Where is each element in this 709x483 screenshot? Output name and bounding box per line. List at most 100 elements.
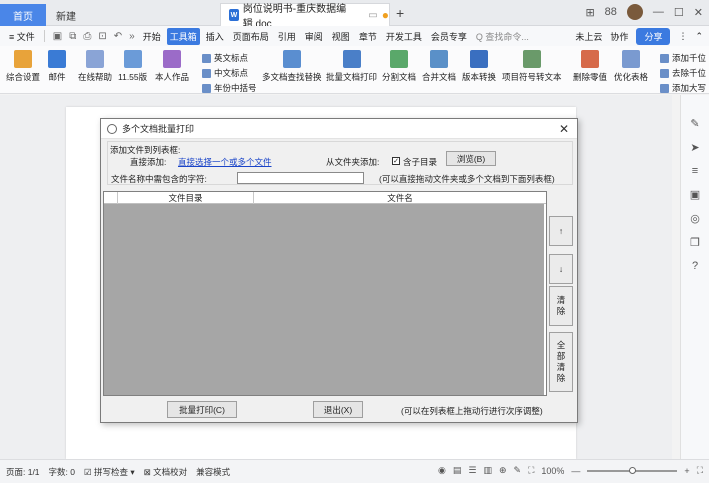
move-up-button[interactable]: ↑ [549,216,573,246]
ribbon-convert[interactable]: 版本转换 [462,50,496,83]
menu-toolbox[interactable]: 工具箱 [166,27,200,45]
cursor-icon[interactable]: ➤ [690,141,699,154]
ribbon-batch-print[interactable]: 批量文档打印 [326,50,377,83]
include-subdir-checkbox[interactable]: ✓ [392,157,400,165]
sliders-icon[interactable]: ≡ [692,165,698,177]
vertical-scrollbar[interactable] [658,95,668,459]
location-icon[interactable]: ◎ [690,212,700,225]
word-count[interactable]: 字数: 0 [49,466,75,478]
fullscreen-icon[interactable]: ⛶ [697,465,703,476]
ribbon-add-thousand[interactable]: 添加千位 [660,52,706,64]
menu-file[interactable]: ≡ 文件 [6,28,38,45]
outline-view-icon[interactable]: ☰ [468,465,476,476]
clear-all-button[interactable]: 全 部 清 除 [549,332,573,392]
column-directory[interactable]: 文件目录 [118,192,254,204]
menu-view[interactable]: 视图 [329,28,353,45]
menu-section[interactable]: 章节 [356,28,380,45]
read-view-icon[interactable]: ▥ [483,465,492,476]
ribbon-merge[interactable]: 合并文档 [422,50,456,83]
menu-start[interactable]: 开始 [140,28,164,45]
batch-print-dialog: 多个文档批量打印 ✕ 添加文件到列表框: 直接添加: 直接选择一个或多个文件 从… [100,118,578,423]
file-list[interactable]: 文件目录 文件名 [103,191,547,396]
eye-icon[interactable]: ◉ [438,465,446,476]
close-window-button[interactable]: ✕ [694,6,703,19]
list-scrollbar[interactable] [544,204,546,395]
zoom-slider-knob[interactable] [628,466,636,474]
menu-developer[interactable]: 开发工具 [383,28,425,45]
screen-icon[interactable]: ▣ [690,188,700,201]
tab-document[interactable]: W 岗位说明书-重庆数据编辑.doc ▭ ● [220,3,390,30]
pen-icon[interactable]: ✎ [690,117,699,130]
book-icon[interactable]: ❐ [690,236,700,249]
ribbon-label: 11.55版 [118,72,148,82]
share-button[interactable]: 分享 [636,28,671,45]
spell-check[interactable]: ☑ 拼写检查 ▾ [84,466,135,478]
ribbon-cn-punct[interactable]: 中文标点 [202,67,248,79]
ribbon-en-punct[interactable]: 英文标点 [202,52,248,64]
batch-print-button[interactable]: 批量打印(C) [167,401,237,418]
ribbon-optimize-table[interactable]: 优化表格 [614,50,648,83]
doc-proof[interactable]: ⊠ 文档校对 [144,466,188,478]
new-tab-button[interactable]: + [396,5,404,21]
fit-icon[interactable]: ⛶ [528,465,534,476]
ribbon-bullet-text[interactable]: 项目符号转文本 [502,50,562,83]
direct-add-label: 直接添加: [130,157,167,167]
save-icon[interactable]: ▣ [51,31,64,42]
ribbon-multi-replace[interactable]: 多文档查找替换 [262,50,322,83]
ribbon-version[interactable]: 11.55版 [118,50,147,83]
ribbon-remove-thousand[interactable]: 去除千位 [660,67,706,79]
help-circle-icon[interactable]: ? [692,260,698,272]
tab-home[interactable]: 首页 [0,4,46,26]
dialog-close-button[interactable]: ✕ [559,122,569,136]
apps-grid-icon[interactable]: 88 [605,6,617,18]
menu-member[interactable]: 会员专享 [428,28,470,45]
ribbon-year-bracket[interactable]: 年份中括号 [202,82,257,94]
export-icon[interactable]: ⧉ [67,31,78,42]
select-files-link[interactable]: 直接选择一个或多个文件 [178,156,272,168]
menu-page-layout[interactable]: 页面布局 [230,28,272,45]
avatar[interactable] [626,4,643,20]
column-filename[interactable]: 文件名 [254,192,546,204]
page-indicator[interactable]: 页面: 1/1 [6,466,40,478]
ribbon-mail[interactable]: 邮件 [48,50,66,83]
zoom-out-icon[interactable]: — [571,466,580,476]
browse-button[interactable]: 浏览(B) [446,151,496,166]
ribbon-delete-zero[interactable]: 删除零值 [573,50,607,83]
cloud-status[interactable]: 未上云 [575,30,602,43]
tab-new[interactable]: 新建 [46,4,216,26]
zoom-in-icon[interactable]: + [684,466,689,476]
zoom-level[interactable]: 100% [541,466,564,476]
collapse-ribbon-icon[interactable]: ⌃ [695,31,703,42]
minimize-button[interactable]: — [653,6,664,18]
layout-icon[interactable]: ⊞ [585,6,594,19]
print-icon[interactable]: ⎙ [81,31,93,42]
menu-reference[interactable]: 引用 [275,28,299,45]
command-search[interactable]: Q 查找命令... [473,28,532,45]
filter-input[interactable] [237,172,364,184]
ribbon-help[interactable]: 在线帮助 [78,50,112,83]
undo-icon[interactable]: ↶ [112,31,124,42]
pen-mode-icon[interactable]: ✎ [514,465,522,476]
dialog-titlebar[interactable]: 多个文档批量打印 ✕ [101,119,577,139]
move-down-button[interactable]: ↓ [549,254,573,284]
settings-icon [14,50,32,68]
more-icon[interactable]: » [127,31,137,42]
menu-review[interactable]: 审阅 [302,28,326,45]
ribbon-split[interactable]: 分割文档 [382,50,416,83]
spell-check-label: 拼写检查 [93,466,128,477]
preview-icon[interactable]: ⊡ [96,31,108,42]
web-view-icon[interactable]: ⊕ [499,465,507,476]
exit-button[interactable]: 退出(X) [313,401,363,418]
collaborate-button[interactable]: 协作 [610,30,628,43]
ribbon-label: 项目符号转文本 [502,72,562,82]
ribbon-works[interactable]: 本人作品 [155,50,189,83]
more-menu-icon[interactable]: ⋮ [678,31,687,42]
ribbon-settings[interactable]: 综合设置 [6,50,40,83]
tab-screen-icon[interactable]: ▭ [368,10,377,21]
page-view-icon[interactable]: ▤ [453,465,462,476]
clear-button[interactable]: 清 除 [549,286,573,326]
maximize-button[interactable]: ☐ [674,6,684,19]
zoom-slider[interactable] [587,466,678,474]
menu-insert[interactable]: 插入 [203,28,227,45]
ribbon-add-upper[interactable]: 添加大写 [660,82,706,94]
